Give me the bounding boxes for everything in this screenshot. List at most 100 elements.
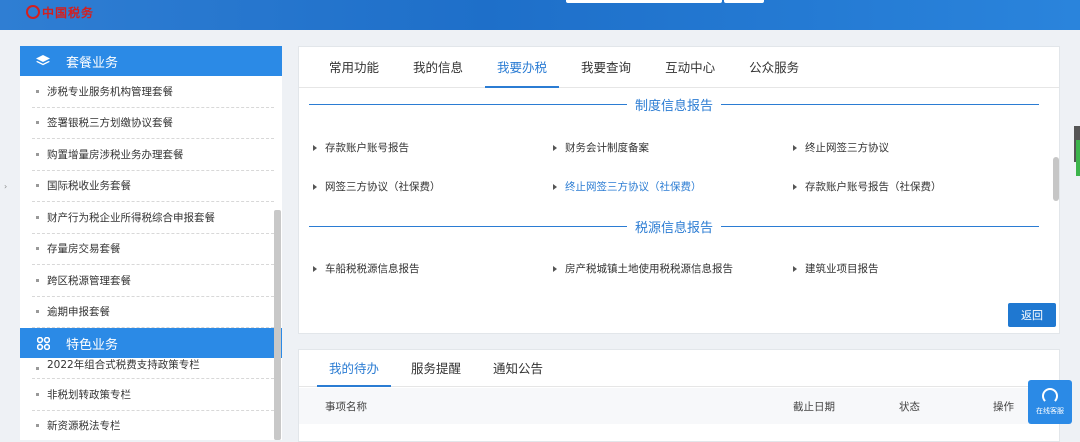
menu-link-label: 存款账户账号报告 bbox=[325, 142, 409, 154]
bullet-icon bbox=[36, 89, 39, 93]
sidebar-item[interactable]: 新资源税法专栏 bbox=[32, 411, 274, 441]
emblem-icon bbox=[26, 5, 40, 19]
column-header-name: 事项名称 bbox=[325, 400, 367, 413]
menu-link[interactable]: 车船税税源信息报告 bbox=[313, 261, 553, 276]
section-title-text: 制度信息报告 bbox=[635, 98, 714, 114]
menu-link[interactable]: 存款账户账号报告 bbox=[313, 140, 553, 155]
menu-link-label: 房产税城镇土地使用税税源信息报告 bbox=[565, 263, 733, 275]
triangle-right-icon bbox=[313, 265, 317, 272]
sidebar-item[interactable]: 逾期申报套餐 bbox=[32, 297, 274, 328]
todo-panel: 我的待办 服务提醒 通知公告 事项名称 截止日期 状态 操作 bbox=[298, 349, 1060, 442]
menu-link[interactable]: 终止网签三方协议 bbox=[793, 140, 1033, 155]
collapse-arrow-icon[interactable]: › bbox=[4, 182, 7, 191]
sidebar-item-label: 非税划转政策专栏 bbox=[47, 388, 131, 401]
tab-public-service[interactable]: 公众服务 bbox=[737, 57, 811, 87]
sidebar-item[interactable]: 2022年组合式税费支持政策专栏 bbox=[32, 358, 274, 379]
sidebar-item[interactable]: 签署银税三方划缴协议套餐 bbox=[32, 108, 274, 139]
column-header-status: 状态 bbox=[899, 400, 920, 413]
bullet-icon bbox=[36, 247, 39, 251]
sidebar-item-label: 涉税专业服务机构管理套餐 bbox=[47, 85, 173, 98]
sidebar-item[interactable]: 非税划转政策专栏 bbox=[32, 379, 274, 411]
bullet-icon bbox=[36, 152, 39, 156]
bullet-icon bbox=[36, 366, 39, 370]
sidebar-item[interactable]: 涉税专业服务机构管理套餐 bbox=[32, 76, 274, 108]
section-title-text: 税源信息报告 bbox=[635, 220, 714, 236]
column-header-action: 操作 bbox=[993, 400, 1014, 413]
bullet-icon bbox=[36, 310, 39, 314]
bullet-icon bbox=[36, 278, 39, 282]
tab-common[interactable]: 常用功能 bbox=[317, 57, 391, 87]
sidebar-item-label: 新资源税法专栏 bbox=[47, 420, 121, 433]
sidebar: 套餐业务 涉税专业服务机构管理套餐 签署银税三方划缴协议套餐 购置增量房涉税业务… bbox=[20, 46, 282, 440]
logo-text: 中国税务 bbox=[42, 6, 95, 20]
search-button[interactable] bbox=[724, 0, 764, 3]
sidebar-section-special[interactable]: 特色业务 bbox=[20, 328, 282, 358]
menu-link-label: 终止网签三方协议（社保费） bbox=[565, 181, 702, 193]
layers-icon bbox=[36, 54, 50, 68]
sidebar-item[interactable]: 存量房交易套餐 bbox=[32, 234, 274, 265]
menu-link-label: 存款账户账号报告（社保费） bbox=[805, 181, 942, 193]
section-title-system-report: 制度信息报告 bbox=[309, 94, 1040, 114]
sidebar-section-title: 套餐业务 bbox=[66, 55, 119, 71]
triangle-right-icon bbox=[793, 183, 797, 190]
todo-tabs: 我的待办 服务提醒 通知公告 bbox=[299, 350, 1059, 387]
tab-my-todo[interactable]: 我的待办 bbox=[317, 358, 392, 387]
divider bbox=[309, 225, 627, 227]
search-input[interactable] bbox=[566, 0, 722, 3]
sidebar-item[interactable]: 跨区税源管理套餐 bbox=[32, 265, 274, 297]
tab-interaction[interactable]: 互动中心 bbox=[653, 57, 727, 87]
back-button[interactable]: 返回 bbox=[1008, 303, 1056, 327]
menu-link[interactable]: 建筑业项目报告 bbox=[793, 261, 1033, 276]
sidebar-item-label: 财产行为税企业所得税综合申报套餐 bbox=[47, 211, 215, 224]
menu-link-label: 建筑业项目报告 bbox=[805, 263, 879, 275]
headset-icon bbox=[1042, 388, 1058, 404]
main-tabs: 常用功能 我的信息 我要办税 我要查询 互动中心 公众服务 bbox=[299, 47, 1059, 88]
sidebar-item-label: 购置增量房涉税业务办理套餐 bbox=[47, 148, 184, 161]
panel-scrollbar[interactable] bbox=[1053, 157, 1059, 201]
tab-query[interactable]: 我要查询 bbox=[569, 57, 643, 87]
sidebar-section-packages[interactable]: 套餐业务 bbox=[20, 46, 282, 76]
divider bbox=[721, 225, 1040, 227]
bullet-icon bbox=[36, 184, 39, 188]
bullet-icon bbox=[36, 215, 39, 219]
sidebar-item[interactable]: 国际税收业务套餐 bbox=[32, 171, 274, 202]
window-edge-accent bbox=[1076, 140, 1080, 176]
triangle-right-icon bbox=[793, 265, 797, 272]
tab-my-info[interactable]: 我的信息 bbox=[401, 57, 475, 87]
bullet-icon bbox=[36, 121, 39, 125]
divider bbox=[309, 103, 627, 105]
tab-notice[interactable]: 通知公告 bbox=[481, 358, 555, 386]
sidebar-item-label: 2022年组合式税费支持政策专栏 bbox=[47, 358, 200, 371]
menu-link-label: 终止网签三方协议 bbox=[805, 142, 889, 154]
online-service-label: 在线客服 bbox=[1036, 407, 1064, 415]
triangle-right-icon bbox=[553, 183, 557, 190]
menu-link-hovered[interactable]: 终止网签三方协议（社保费） bbox=[553, 179, 793, 194]
triangle-right-icon bbox=[793, 144, 797, 151]
section-title-source-report: 税源信息报告 bbox=[309, 216, 1040, 236]
sidebar-section-title: 特色业务 bbox=[66, 337, 119, 353]
column-header-deadline: 截止日期 bbox=[793, 400, 835, 413]
triangle-right-icon bbox=[553, 265, 557, 272]
business-panel: 常用功能 我的信息 我要办税 我要查询 互动中心 公众服务 制度信息报告 存款账… bbox=[298, 46, 1060, 334]
triangle-right-icon bbox=[313, 183, 317, 190]
menu-row: 网签三方协议（社保费） 终止网签三方协议（社保费） 存款账户账号报告（社保费） bbox=[313, 179, 1033, 194]
tab-service-reminder[interactable]: 服务提醒 bbox=[399, 358, 473, 386]
menu-row: 存款账户账号报告 财务会计制度备案 终止网签三方协议 bbox=[313, 140, 1033, 155]
grid-icon bbox=[36, 336, 50, 350]
sidebar-scrollbar[interactable] bbox=[274, 210, 281, 440]
sidebar-item-label: 国际税收业务套餐 bbox=[47, 180, 131, 193]
sidebar-item[interactable]: 购置增量房涉税业务办理套餐 bbox=[32, 139, 274, 171]
menu-link[interactable]: 房产税城镇土地使用税税源信息报告 bbox=[553, 261, 793, 276]
sidebar-item[interactable]: 财产行为税企业所得税综合申报套餐 bbox=[32, 202, 274, 234]
site-logo[interactable]: 中国税务 bbox=[26, 4, 94, 21]
menu-link-label: 网签三方协议（社保费） bbox=[325, 181, 441, 193]
online-service-button[interactable]: 在线客服 bbox=[1028, 380, 1072, 424]
triangle-right-icon bbox=[553, 144, 557, 151]
bullet-icon bbox=[36, 424, 39, 428]
tab-handle-tax[interactable]: 我要办税 bbox=[485, 57, 560, 88]
sidebar-item-label: 存量房交易套餐 bbox=[47, 243, 121, 256]
menu-link[interactable]: 网签三方协议（社保费） bbox=[313, 179, 553, 194]
menu-link-label: 车船税税源信息报告 bbox=[325, 263, 420, 275]
menu-link[interactable]: 存款账户账号报告（社保费） bbox=[793, 179, 1033, 194]
menu-link[interactable]: 财务会计制度备案 bbox=[553, 140, 793, 155]
